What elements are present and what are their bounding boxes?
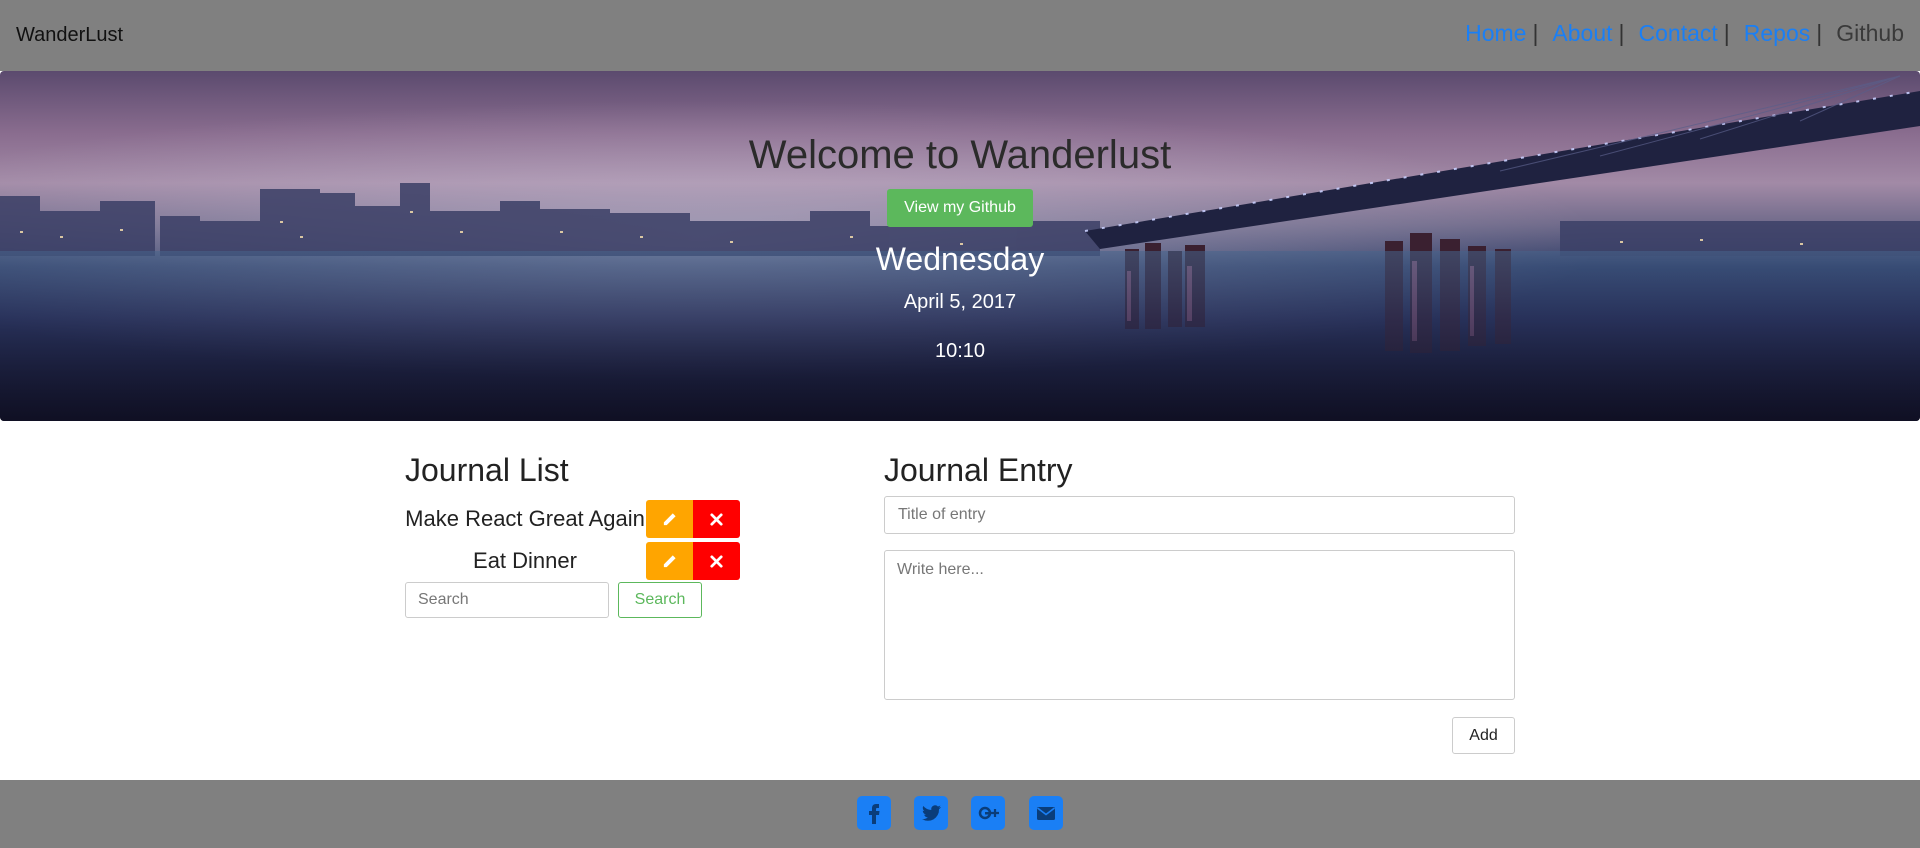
edit-button[interactable] bbox=[646, 500, 693, 538]
add-button[interactable]: Add bbox=[1452, 717, 1515, 754]
envelope-icon[interactable] bbox=[1029, 796, 1063, 830]
google-plus-icon[interactable] bbox=[971, 796, 1005, 830]
twitter-icon[interactable] bbox=[914, 796, 948, 830]
close-icon bbox=[710, 554, 723, 568]
facebook-glyph bbox=[869, 804, 880, 824]
view-github-button[interactable]: View my Github bbox=[887, 189, 1033, 227]
nav-separator: | bbox=[1723, 20, 1730, 46]
journal-entry-title: Journal Entry bbox=[884, 452, 1073, 488]
delete-button[interactable] bbox=[693, 542, 740, 580]
facebook-icon[interactable] bbox=[857, 796, 891, 830]
nav-home-link[interactable]: Home bbox=[1465, 20, 1526, 47]
search-input[interactable] bbox=[405, 582, 609, 618]
nav-repos-link[interactable]: Repos bbox=[1744, 20, 1810, 47]
journal-list-title: Journal List bbox=[405, 452, 569, 488]
entry-title-input[interactable] bbox=[884, 496, 1515, 534]
entry-body-textarea[interactable] bbox=[884, 550, 1515, 700]
footer bbox=[0, 780, 1920, 848]
twitter-glyph bbox=[922, 805, 941, 821]
nav-separator: | bbox=[1816, 20, 1823, 46]
pencil-icon bbox=[663, 512, 676, 525]
nav-contact-link[interactable]: Contact bbox=[1639, 20, 1718, 47]
pencil-icon bbox=[663, 554, 676, 567]
nav-separator: | bbox=[1618, 20, 1625, 46]
hero-time: 10:10 bbox=[934, 340, 986, 362]
close-icon bbox=[710, 512, 723, 526]
hero-date: April 5, 2017 bbox=[903, 291, 1017, 313]
brand-logo[interactable]: WanderLust bbox=[16, 24, 123, 47]
edit-button[interactable] bbox=[646, 542, 693, 580]
nav-links: Home | About | Contact | Repos | Github bbox=[1465, 20, 1904, 47]
nav-github-link[interactable]: Github bbox=[1836, 20, 1904, 47]
google-plus-glyph bbox=[978, 806, 999, 820]
nav-about-link[interactable]: About bbox=[1552, 20, 1612, 47]
envelope-glyph bbox=[1037, 807, 1055, 820]
hero-title: Welcome to Wanderlust bbox=[748, 133, 1172, 177]
search-button[interactable]: Search bbox=[618, 582, 702, 618]
delete-button[interactable] bbox=[693, 500, 740, 538]
hero-day: Wednesday bbox=[875, 241, 1045, 277]
journal-item-label[interactable]: Eat Dinner bbox=[405, 548, 645, 574]
nav-separator: | bbox=[1532, 20, 1539, 46]
journal-item-label[interactable]: Make React Great Again bbox=[405, 506, 645, 532]
navbar: WanderLust Home | About | Contact | Repo… bbox=[0, 0, 1920, 71]
hero-banner: Welcome to Wanderlust View my Github Wed… bbox=[0, 71, 1920, 421]
